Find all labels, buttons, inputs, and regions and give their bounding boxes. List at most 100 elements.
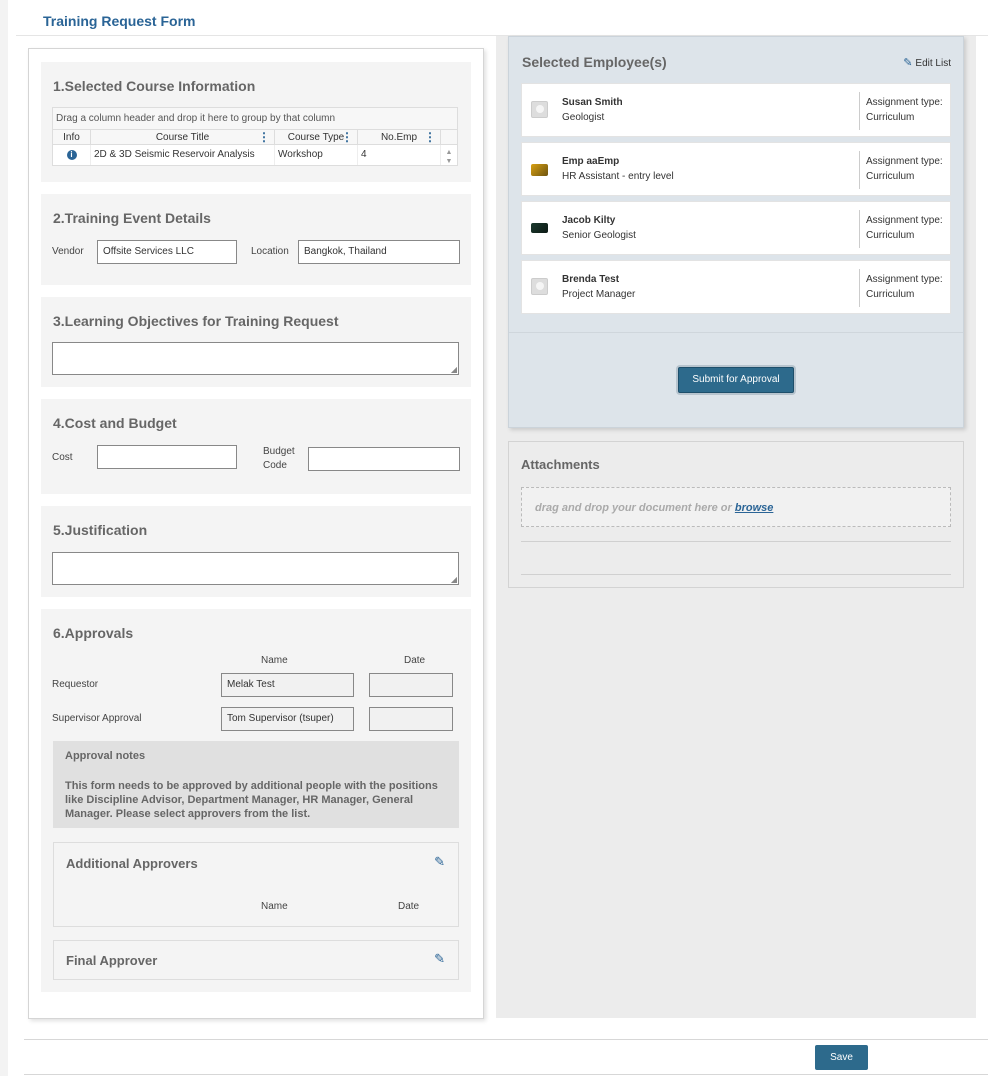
approval-notes: Approval notes This form needs to be app… bbox=[53, 741, 459, 828]
left-edge-stripe bbox=[0, 0, 8, 1076]
form-column: 1.Selected Course Information Drag a col… bbox=[28, 48, 484, 1019]
attachments-panel: Attachments drag and drop your document … bbox=[508, 441, 964, 588]
save-button[interactable]: Save bbox=[815, 1045, 868, 1070]
assignment-label: Assignment type: bbox=[866, 274, 943, 285]
card-divider bbox=[859, 210, 860, 248]
row-course-title: 2D & 3D Seismic Reservoir Analysis bbox=[91, 145, 275, 165]
requestor-name-field: Melak Test bbox=[221, 673, 354, 697]
employee-role: Project Manager bbox=[562, 289, 636, 300]
section-title: 6.Approvals bbox=[53, 625, 134, 641]
attachments-divider bbox=[521, 574, 951, 575]
info-icon[interactable]: i bbox=[66, 150, 77, 160]
row-course-type: Workshop bbox=[275, 145, 358, 165]
budget-code-label: Code bbox=[263, 460, 287, 471]
supervisor-name-field: Tom Supervisor (tsuper) bbox=[221, 707, 354, 731]
edit-list-button[interactable]: ✎ Edit List bbox=[903, 56, 951, 69]
employee-name: Brenda Test bbox=[562, 274, 620, 285]
location-label: Location bbox=[251, 246, 289, 257]
additional-date-header: Date bbox=[398, 901, 420, 912]
budget-label: Budget bbox=[263, 446, 295, 457]
file-dropzone[interactable]: drag and drop your document here or brow… bbox=[521, 487, 951, 527]
avatar bbox=[531, 278, 548, 295]
grid-scrollbar[interactable]: ▲ ▼ bbox=[443, 148, 455, 166]
supervisor-date-field bbox=[369, 707, 453, 731]
vendor-label: Vendor bbox=[52, 246, 84, 257]
section-title: 1.Selected Course Information bbox=[53, 78, 256, 94]
employee-name: Jacob Kilty bbox=[562, 215, 616, 226]
assignment-value: Curriculum bbox=[866, 230, 915, 241]
column-menu-icon[interactable]: ⋮ bbox=[258, 130, 270, 145]
section-justification: 5.Justification ◢ bbox=[41, 506, 471, 597]
employee-role: Senior Geologist bbox=[562, 230, 636, 241]
col-header-course-title[interactable]: Course Title ⋮ bbox=[91, 130, 275, 144]
row-no-emp: 4 bbox=[358, 145, 441, 165]
attachments-title: Attachments bbox=[521, 457, 600, 472]
table-row[interactable]: i 2D & 3D Seismic Reservoir Analysis Wor… bbox=[53, 145, 457, 165]
col-header-course-type[interactable]: Course Type ⋮ bbox=[275, 130, 358, 144]
column-menu-icon[interactable]: ⋮ bbox=[341, 130, 353, 145]
additional-approvers-box: Additional Approvers ✎ Name Date bbox=[53, 842, 459, 927]
card-divider bbox=[859, 92, 860, 130]
objectives-textarea[interactable]: ◢ bbox=[52, 342, 459, 375]
employee-name: Susan Smith bbox=[562, 97, 623, 108]
section-title: 4.Cost and Budget bbox=[53, 415, 177, 431]
employee-card[interactable]: Emp aaEmp HR Assistant - entry level Ass… bbox=[521, 142, 951, 196]
page-title: Training Request Form bbox=[43, 13, 196, 29]
grid-group-bar[interactable]: Drag a column header and drop it here to… bbox=[53, 108, 457, 130]
cost-field[interactable] bbox=[97, 445, 237, 469]
employee-name: Emp aaEmp bbox=[562, 156, 620, 167]
employee-card[interactable]: Susan Smith Geologist Assignment type: C… bbox=[521, 83, 951, 137]
section-learning-objectives: 3.Learning Objectives for Training Reque… bbox=[41, 297, 471, 387]
attachments-divider bbox=[521, 541, 951, 542]
final-approver-box: Final Approver ✎ bbox=[53, 940, 459, 980]
approval-notes-title: Approval notes bbox=[65, 750, 146, 762]
employee-role: Geologist bbox=[562, 112, 605, 123]
grid-header: Info Course Title ⋮ Course Type ⋮ No.Emp ⋮ bbox=[53, 130, 457, 145]
name-column-header: Name bbox=[261, 655, 288, 666]
avatar bbox=[531, 223, 548, 233]
resize-handle-icon[interactable]: ◢ bbox=[451, 575, 457, 584]
submit-for-approval-button[interactable]: Submit for Approval bbox=[678, 367, 794, 393]
footer-divider bbox=[24, 1074, 988, 1075]
assignment-value: Curriculum bbox=[866, 289, 915, 300]
card-divider bbox=[859, 269, 860, 307]
avatar bbox=[531, 101, 548, 118]
assignment-label: Assignment type: bbox=[866, 97, 943, 108]
row-info-cell: i bbox=[53, 145, 91, 165]
section-event-details: 2.Training Event Details Vendor Offsite … bbox=[41, 194, 471, 285]
pencil-icon: ✎ bbox=[903, 57, 913, 69]
pencil-icon[interactable]: ✎ bbox=[434, 854, 445, 870]
col-header-info[interactable]: Info bbox=[53, 130, 91, 144]
vendor-field[interactable]: Offsite Services LLC bbox=[97, 240, 237, 264]
employee-card[interactable]: Jacob Kilty Senior Geologist Assignment … bbox=[521, 201, 951, 255]
final-approver-title: Final Approver bbox=[66, 953, 158, 968]
justification-textarea[interactable]: ◢ bbox=[52, 552, 459, 585]
card-divider bbox=[859, 151, 860, 189]
assignment-value: Curriculum bbox=[866, 112, 915, 123]
pencil-icon[interactable]: ✎ bbox=[434, 951, 445, 967]
col-header-no-emp[interactable]: No.Emp ⋮ bbox=[358, 130, 441, 144]
section-cost-budget: 4.Cost and Budget Cost Budget Code bbox=[41, 399, 471, 494]
requestor-label: Requestor bbox=[52, 679, 99, 690]
employee-role: HR Assistant - entry level bbox=[562, 171, 674, 182]
budget-code-field[interactable] bbox=[308, 447, 460, 471]
supervisor-label: Supervisor Approval bbox=[52, 713, 142, 724]
panel-divider bbox=[509, 332, 963, 333]
section-title: 3.Learning Objectives for Training Reque… bbox=[53, 313, 339, 329]
column-menu-icon[interactable]: ⋮ bbox=[424, 130, 436, 145]
employees-title: Selected Employee(s) bbox=[522, 54, 667, 70]
section-title: 5.Justification bbox=[53, 522, 148, 538]
location-field[interactable]: Bangkok, Thailand bbox=[298, 240, 460, 264]
browse-link[interactable]: browse bbox=[735, 502, 774, 514]
assignment-label: Assignment type: bbox=[866, 156, 943, 167]
avatar bbox=[531, 164, 548, 176]
requestor-date-field bbox=[369, 673, 453, 697]
footer-divider bbox=[24, 1039, 988, 1040]
resize-handle-icon[interactable]: ◢ bbox=[451, 365, 457, 374]
approval-notes-body: This form needs to be approved by additi… bbox=[65, 780, 438, 820]
assignment-label: Assignment type: bbox=[866, 215, 943, 226]
employee-card[interactable]: Brenda Test Project Manager Assignment t… bbox=[521, 260, 951, 314]
additional-approvers-title: Additional Approvers bbox=[66, 856, 198, 871]
additional-name-header: Name bbox=[261, 901, 288, 912]
section-approvals: 6.Approvals Name Date Requestor Melak Te… bbox=[41, 609, 471, 992]
